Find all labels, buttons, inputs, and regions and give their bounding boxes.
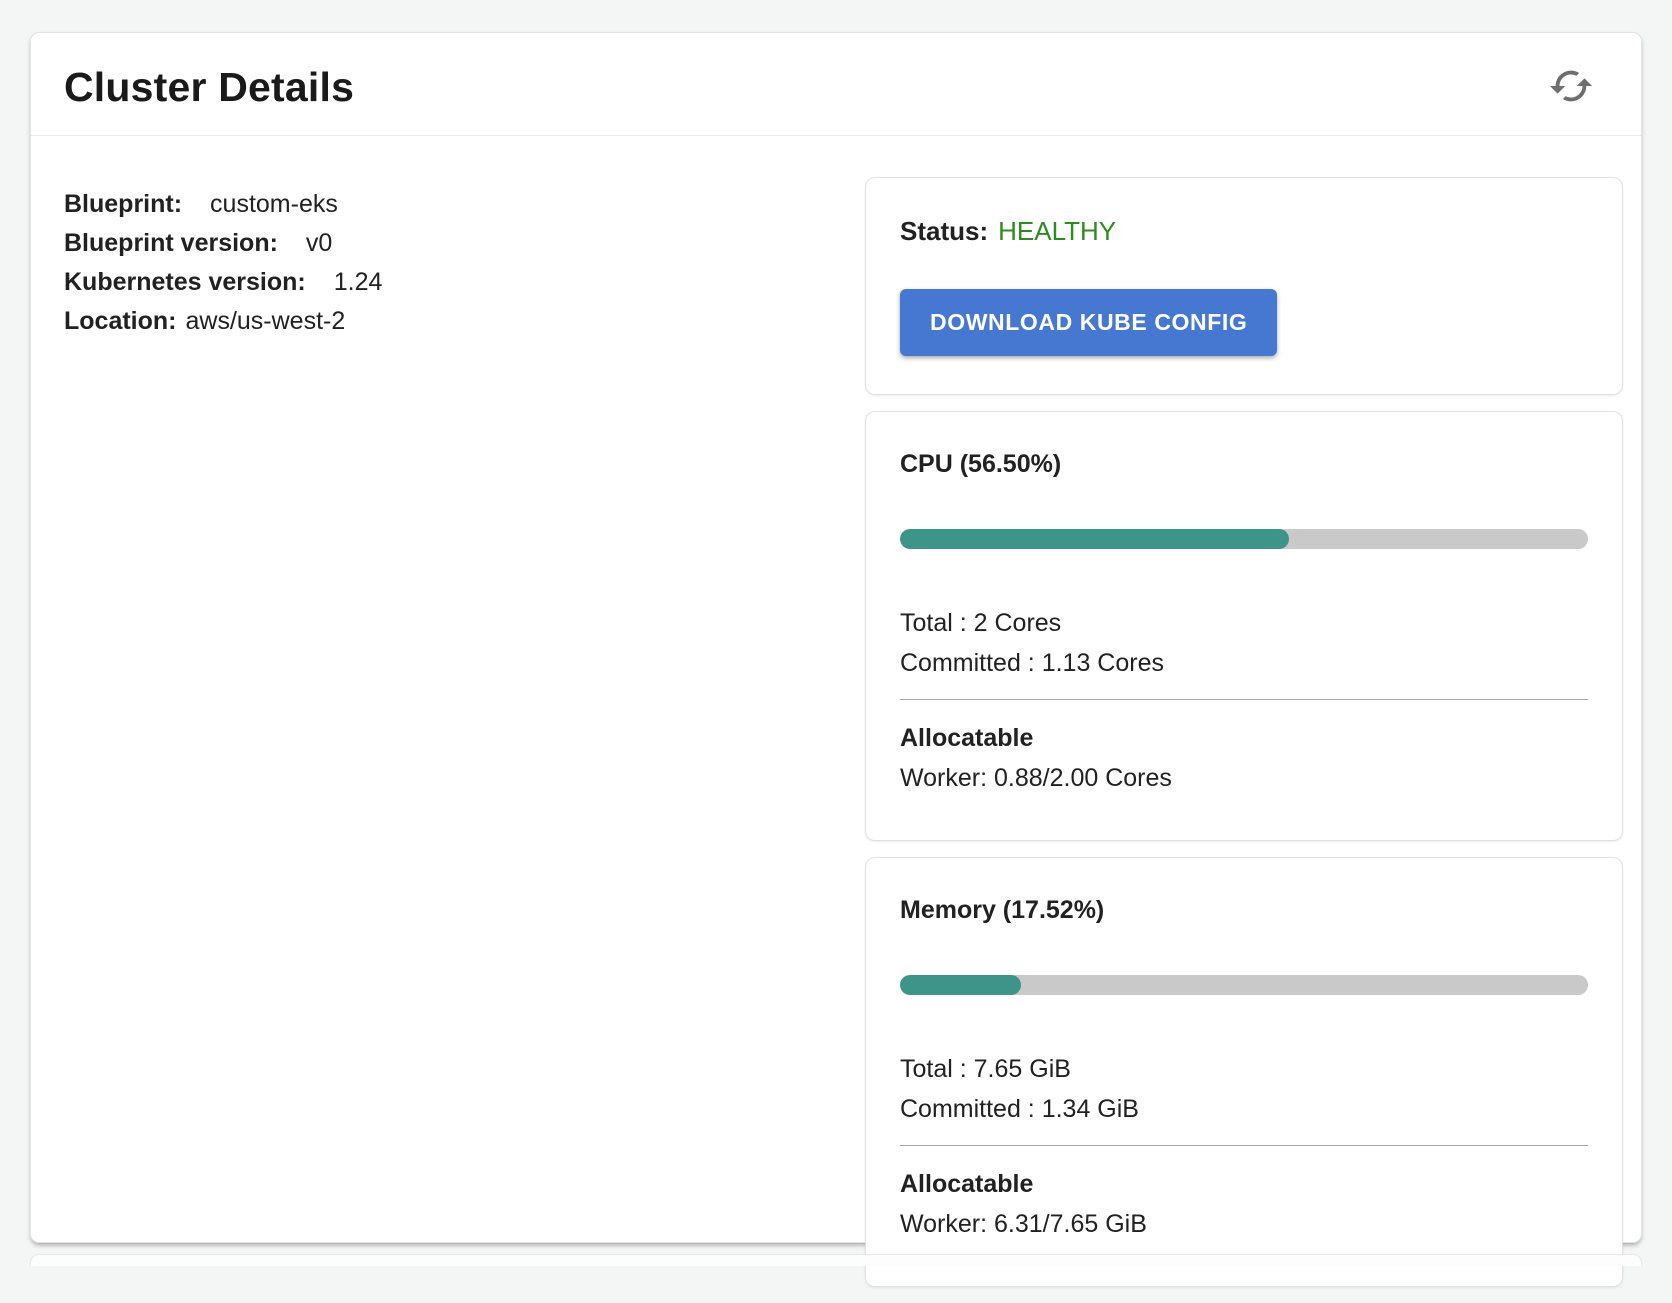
cpu-total: Total : 2 Cores bbox=[900, 603, 1588, 643]
memory-progress-fill bbox=[900, 975, 1021, 995]
memory-card: Memory (17.52%) Total : 7.65 GiB Committ… bbox=[865, 857, 1623, 1287]
page-title: Cluster Details bbox=[64, 64, 354, 111]
status-badge: HEALTHY bbox=[998, 216, 1116, 246]
blueprint-row: Blueprint: custom-eks bbox=[64, 185, 382, 224]
cluster-details-card: Cluster Details Blueprint: custom-eks Blu… bbox=[30, 32, 1642, 1243]
kubernetes-version-label: Kubernetes version: bbox=[64, 268, 306, 296]
memory-totals: Total : 7.65 GiB Committed : 1.34 GiB bbox=[900, 1049, 1588, 1129]
cpu-allocatable-label: Allocatable bbox=[900, 718, 1588, 758]
cpu-progress-fill bbox=[900, 529, 1289, 549]
cpu-committed: Committed : 1.13 Cores bbox=[900, 643, 1588, 683]
blueprint-label: Blueprint: bbox=[64, 190, 182, 218]
memory-committed: Committed : 1.34 GiB bbox=[900, 1089, 1588, 1129]
refresh-icon bbox=[1548, 63, 1594, 112]
memory-worker-allocatable: Worker: 6.31/7.65 GiB bbox=[900, 1204, 1588, 1244]
location-value: aws/us-west-2 bbox=[186, 307, 346, 335]
cluster-info: Blueprint: custom-eks Blueprint version: v… bbox=[64, 177, 382, 1303]
status-card: Status: HEALTHY DOWNLOAD KUBE CONFIG bbox=[865, 177, 1623, 395]
blueprint-version-label: Blueprint version: bbox=[64, 229, 278, 257]
download-kube-config-button[interactable]: DOWNLOAD KUBE CONFIG bbox=[900, 289, 1277, 356]
right-column: Status: HEALTHY DOWNLOAD KUBE CONFIG CPU … bbox=[865, 177, 1623, 1303]
status-label: Status: bbox=[900, 216, 988, 246]
location-label: Location: bbox=[64, 307, 177, 335]
divider bbox=[900, 699, 1588, 700]
status-line: Status: HEALTHY bbox=[900, 216, 1588, 247]
location-row: Location: aws/us-west-2 bbox=[64, 302, 382, 341]
blueprint-value: custom-eks bbox=[210, 190, 338, 218]
cpu-totals: Total : 2 Cores Committed : 1.13 Cores bbox=[900, 603, 1588, 683]
refresh-button[interactable] bbox=[1545, 61, 1597, 113]
cpu-card: CPU (56.50%) Total : 2 Cores Committed :… bbox=[865, 411, 1623, 841]
card-header: Cluster Details bbox=[31, 33, 1641, 136]
memory-total: Total : 7.65 GiB bbox=[900, 1049, 1588, 1089]
cpu-title: CPU (56.50%) bbox=[900, 450, 1588, 479]
cpu-worker-allocatable: Worker: 0.88/2.00 Cores bbox=[900, 758, 1588, 798]
kubernetes-version-value: 1.24 bbox=[334, 268, 383, 296]
memory-title: Memory (17.52%) bbox=[900, 896, 1588, 925]
divider bbox=[900, 1145, 1588, 1146]
blueprint-version-row: Blueprint version: v0 bbox=[64, 224, 382, 263]
blueprint-version-value: v0 bbox=[306, 229, 332, 257]
kubernetes-version-row: Kubernetes version: 1.24 bbox=[64, 263, 382, 302]
next-section-edge bbox=[30, 1254, 1642, 1266]
cpu-progress-track bbox=[900, 529, 1588, 549]
card-body: Blueprint: custom-eks Blueprint version: v… bbox=[31, 136, 1641, 1303]
memory-allocatable-label: Allocatable bbox=[900, 1164, 1588, 1204]
memory-progress-track bbox=[900, 975, 1588, 995]
